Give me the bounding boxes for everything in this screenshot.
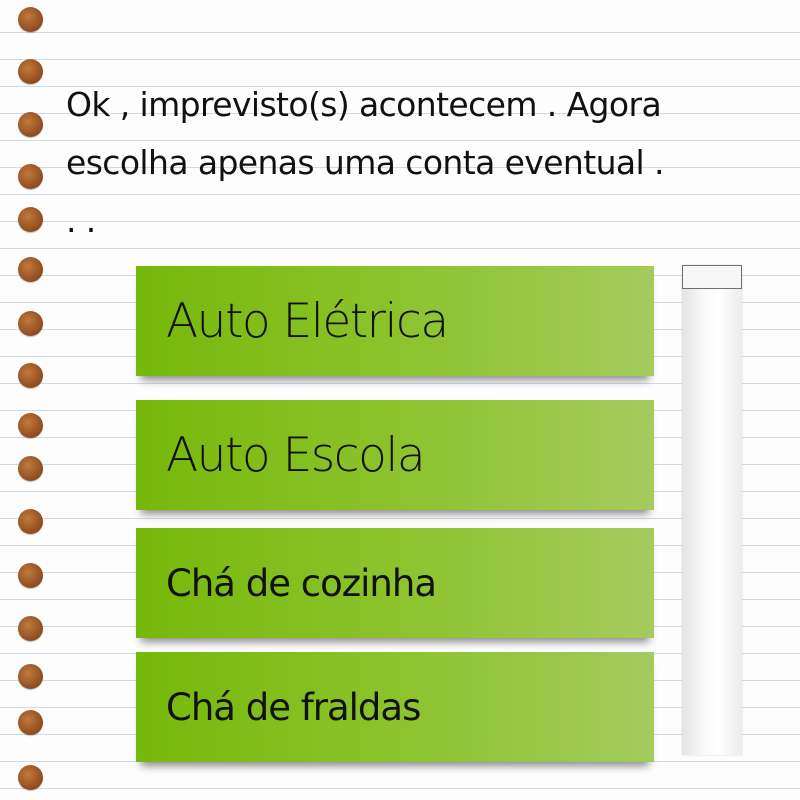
binder-hole-icon: [18, 59, 43, 84]
binder-hole-icon: [18, 563, 43, 588]
option-label: Chá de cozinha: [166, 561, 437, 605]
binder-hole-icon: [18, 616, 43, 641]
options-scrollbar[interactable]: [682, 265, 742, 755]
binder-hole-icon: [18, 7, 43, 32]
option-auto-escola[interactable]: Auto Escola: [136, 400, 654, 510]
binder-holes: [18, 0, 44, 800]
prompt-line: escolha apenas uma conta eventual .: [66, 143, 664, 182]
binder-hole-icon: [18, 112, 43, 137]
binder-hole-icon: [18, 207, 43, 232]
option-auto-eletrica[interactable]: Auto Elétrica: [136, 266, 654, 376]
binder-hole-icon: [18, 413, 43, 438]
option-label: Auto Elétrica: [166, 293, 449, 349]
binder-hole-icon: [18, 664, 43, 689]
option-cha-de-cozinha[interactable]: Chá de cozinha: [136, 528, 654, 638]
prompt-line: Ok , imprevisto(s) acontecem . Agora: [66, 85, 662, 124]
option-cha-de-fraldas[interactable]: Chá de fraldas: [136, 652, 654, 762]
binder-hole-icon: [18, 509, 43, 534]
option-label: Chá de fraldas: [166, 685, 421, 729]
binder-hole-icon: [18, 311, 43, 336]
prompt-text: Ok , imprevisto(s) acontecem . Agora esc…: [66, 76, 786, 250]
prompt-line: . .: [66, 201, 96, 240]
scrollbar-thumb[interactable]: [682, 265, 742, 289]
binder-hole-icon: [18, 164, 43, 189]
binder-hole-icon: [18, 710, 43, 735]
binder-hole-icon: [18, 456, 43, 481]
option-label: Auto Escola: [166, 427, 426, 483]
binder-hole-icon: [18, 765, 43, 790]
binder-hole-icon: [18, 257, 43, 282]
binder-hole-icon: [18, 363, 43, 388]
